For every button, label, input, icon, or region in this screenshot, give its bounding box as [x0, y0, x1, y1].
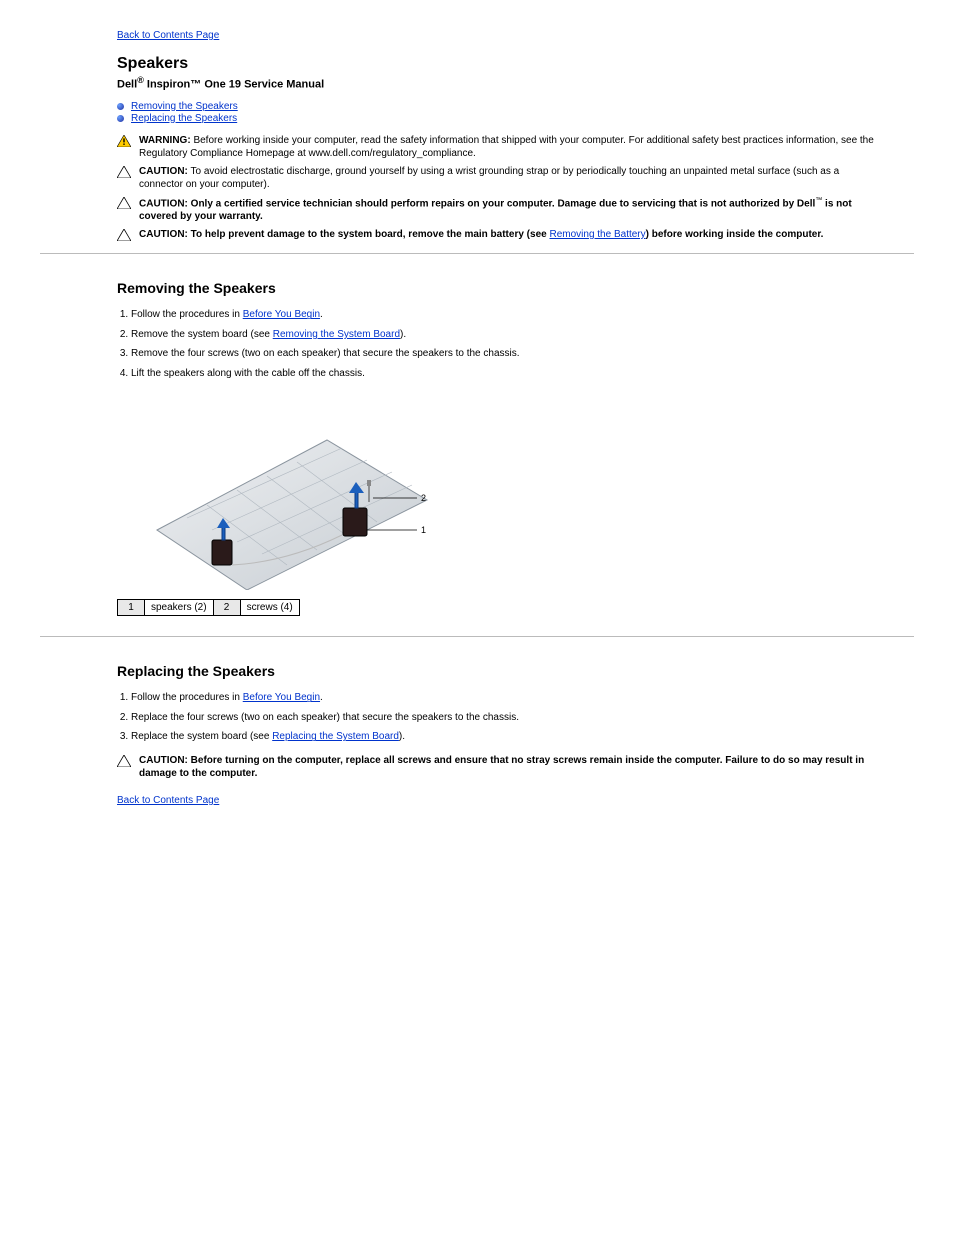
caution-power-text: Before turning on the computer, replace … — [139, 755, 864, 780]
caution-battery-pre: To help prevent damage to the system boa… — [188, 229, 550, 240]
table-cell-num: 2 — [213, 600, 240, 616]
caution-icon — [117, 229, 131, 241]
list-item: Follow the procedures in Before You Begi… — [131, 691, 914, 705]
back-to-contents-link-bottom[interactable]: Back to Contents Page — [117, 795, 219, 806]
list-item: Remove the four screws (two on each spea… — [131, 347, 914, 361]
page-subtitle: Dell® Inspiron™ One 19 Service Manual — [117, 75, 914, 91]
page-title: Speakers — [117, 55, 914, 73]
subtitle-model: Inspiron™ One 19 Service Manual — [144, 79, 324, 91]
caution-battery-callout: CAUTION: To help prevent damage to the s… — [117, 228, 874, 242]
replacing-system-board-link[interactable]: Replacing the System Board — [272, 731, 399, 742]
caution-battery-post: ) before working inside the computer. — [646, 229, 824, 240]
warning-text: Before working inside your computer, rea… — [139, 135, 874, 160]
caution-power-callout: CAUTION: Before turning on the computer,… — [117, 754, 874, 781]
subtitle-prefix: Dell — [117, 79, 137, 91]
removing-speakers-heading: Removing the Speakers — [117, 280, 914, 296]
warning-icon — [117, 135, 131, 147]
toc-link-replacing[interactable]: Replacing the Speakers — [131, 113, 237, 124]
toc-link-removing[interactable]: Removing the Speakers — [131, 101, 238, 112]
chassis-illustration: 2 1 — [117, 390, 447, 590]
caution-auth-label: CAUTION: — [139, 198, 188, 209]
back-to-contents-link[interactable]: Back to Contents Page — [117, 30, 219, 41]
before-you-begin-link[interactable]: Before You Begin — [243, 309, 320, 320]
list-item: Follow the procedures in Before You Begi… — [131, 308, 914, 322]
table-cell-label: screws (4) — [240, 600, 299, 616]
list-item: Lift the speakers along with the cable o… — [131, 367, 914, 381]
callout-1-label: 1 — [421, 525, 426, 535]
divider — [40, 636, 914, 637]
list-item: Remove the system board (see Removing th… — [131, 328, 914, 342]
table-cell-num: 1 — [118, 600, 145, 616]
list-item: Replace the four screws (two on each spe… — [131, 711, 914, 725]
caution-esd-callout: CAUTION: To avoid electrostatic discharg… — [117, 165, 874, 192]
caution-esd-label: CAUTION: — [139, 166, 188, 177]
caution-icon — [117, 197, 131, 209]
caution-icon — [117, 755, 131, 767]
warning-callout: WARNING: Before working inside your comp… — [117, 134, 874, 161]
divider — [40, 253, 914, 254]
caution-esd-text: To avoid electrostatic discharge, ground… — [139, 166, 839, 191]
table-of-contents: Removing the Speakers Replacing the Spea… — [117, 101, 914, 124]
caution-power-label: CAUTION: — [139, 755, 188, 766]
caution-auth-callout: CAUTION: Only a certified service techni… — [117, 196, 874, 224]
warning-label: WARNING: — [139, 135, 191, 146]
caution-battery-label: CAUTION: — [139, 229, 188, 240]
caution-icon — [117, 166, 131, 178]
removing-steps: Follow the procedures in Before You Begi… — [117, 308, 914, 380]
figure-label-table: 1 speakers (2) 2 screws (4) — [117, 599, 300, 616]
replacing-steps: Follow the procedures in Before You Begi… — [117, 691, 914, 744]
before-you-begin-link-2[interactable]: Before You Begin — [243, 692, 320, 703]
registered-icon: ® — [137, 75, 144, 85]
table-cell-label: speakers (2) — [145, 600, 214, 616]
caution-auth-text-pre: Only a certified service technician shou… — [188, 198, 815, 209]
removing-battery-link[interactable]: Removing the Battery — [549, 229, 645, 240]
replacing-speakers-heading: Replacing the Speakers — [117, 663, 914, 679]
callout-2-label: 2 — [421, 493, 426, 503]
figure: 2 1 1 speakers (2) 2 screws (4) — [117, 390, 914, 616]
removing-system-board-link[interactable]: Removing the System Board — [273, 329, 400, 340]
list-item: Replace the system board (see Replacing … — [131, 730, 914, 744]
